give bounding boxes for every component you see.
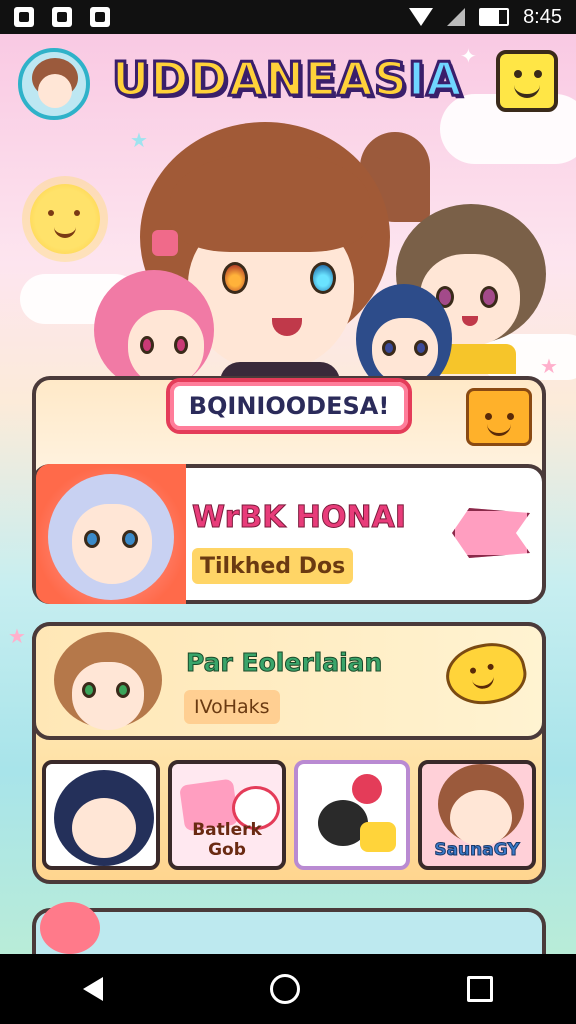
character-tile[interactable]: Batlerk Gob	[168, 760, 286, 870]
sub-card-name: Par Eolerlaian	[185, 648, 383, 678]
sub-portrait	[54, 632, 164, 736]
clock: 8:45	[523, 5, 562, 28]
sub-card-tag: IVoHaks	[184, 690, 280, 724]
sparkle-icon: ★	[8, 624, 26, 648]
system-icons: 8:45	[409, 6, 562, 29]
back-icon[interactable]	[83, 977, 104, 1001]
tile-label: SaunaGY	[434, 840, 520, 861]
featured-name: WrBK HONAI	[191, 500, 407, 536]
signal-icon	[447, 8, 466, 26]
image-notification-icon	[14, 7, 34, 27]
character-tile[interactable]	[42, 760, 160, 870]
title-accent: IA	[406, 51, 463, 108]
character-tile[interactable]	[294, 760, 410, 870]
game-title: UDDANEASIA	[111, 51, 464, 108]
emote-button[interactable]	[496, 50, 558, 112]
wifi-icon	[409, 8, 434, 26]
character-tile[interactable]: SaunaGY	[418, 760, 536, 870]
home-icon[interactable]	[269, 974, 300, 1004]
battery-icon	[479, 8, 510, 26]
bag-notification-icon	[90, 7, 110, 27]
navigation-bar	[0, 954, 576, 1024]
sun-icon	[30, 184, 100, 254]
featured-tag: Tilkhed Dos	[192, 548, 354, 584]
cat-icon-button[interactable]	[466, 388, 532, 446]
game-notification-icon	[52, 7, 72, 27]
hair-clip	[152, 230, 178, 256]
status-bar: 8:45	[0, 0, 576, 34]
recents-icon[interactable]	[466, 976, 493, 1002]
notification-icons	[14, 7, 110, 27]
featured-portrait	[36, 464, 186, 604]
tile-label: Batlerk Gob	[192, 820, 262, 860]
event-banner: BQINIOODESA!	[166, 378, 412, 434]
player-avatar-button[interactable]	[18, 48, 90, 120]
title-main: UDDANEAS	[111, 51, 409, 108]
bird-mascot-icon	[40, 902, 100, 954]
